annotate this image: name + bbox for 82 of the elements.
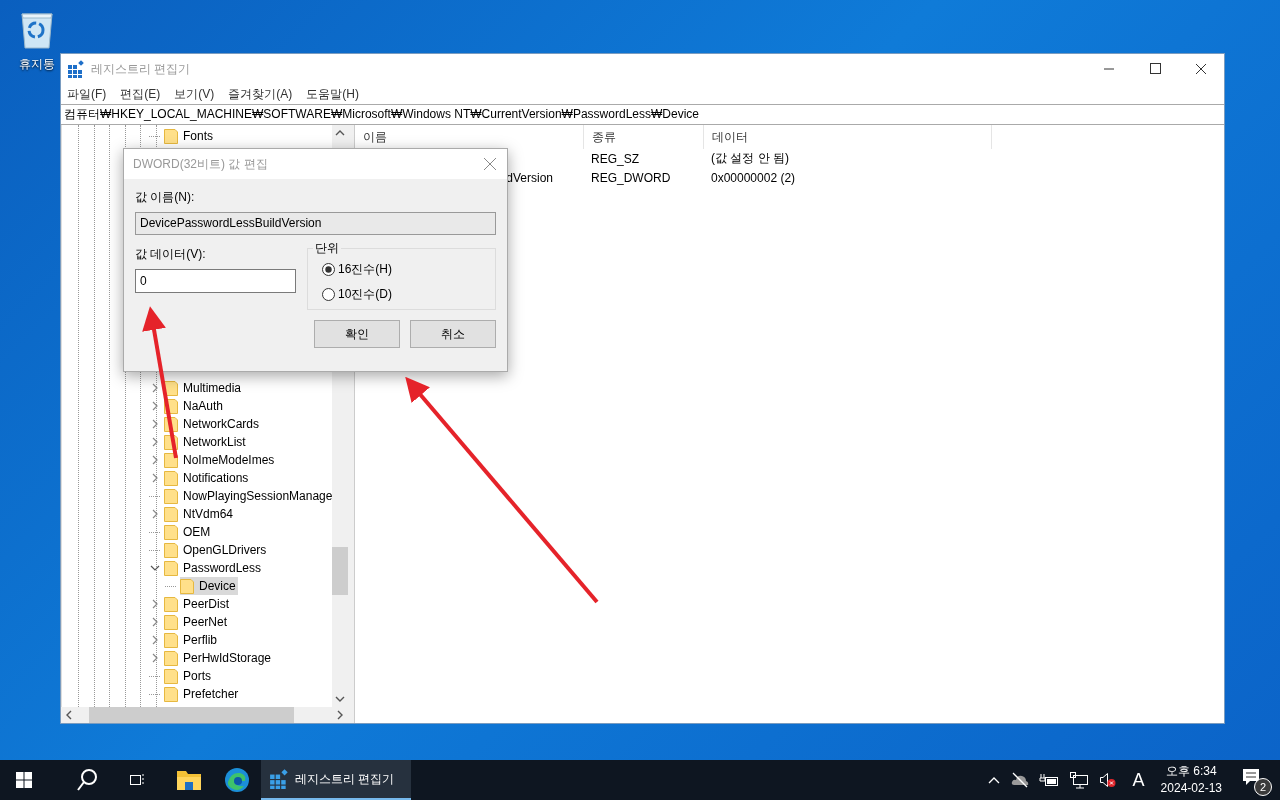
folder-icon xyxy=(164,524,178,540)
field-label: 값 이름(N): xyxy=(135,189,196,206)
address-bar[interactable]: 컴퓨터₩HKEY_LOCAL_MACHINE₩SOFTWARE₩Microsoft₩Windows NT₩CurrentVersion₩PasswordLess₩Device xyxy=(61,104,1224,125)
folder-icon xyxy=(164,668,178,684)
column-header[interactable]: 데이터 xyxy=(704,125,992,149)
menu-item[interactable]: 편집(E) xyxy=(120,85,161,103)
dialog-title: DWORD(32비트) 값 편집 xyxy=(133,155,268,173)
folder-icon xyxy=(164,614,178,630)
tree-node[interactable]: NetworkCards xyxy=(164,415,262,433)
table-cell: dVersion xyxy=(506,170,553,185)
horizontal-scrollbar[interactable] xyxy=(61,707,348,723)
input-field[interactable]: DevicePasswordLessBuildVersion xyxy=(135,212,496,235)
tree-node[interactable]: PerHwIdStorage xyxy=(164,649,274,667)
folder-icon xyxy=(164,650,178,666)
browser-icon[interactable] xyxy=(225,768,249,792)
network-icon[interactable] xyxy=(1068,771,1089,789)
folder-icon xyxy=(164,488,178,504)
volume-muted-icon[interactable] xyxy=(1098,772,1117,788)
radio-button[interactable] xyxy=(322,263,335,276)
close-icon[interactable] xyxy=(483,157,497,171)
folder-icon xyxy=(164,632,178,648)
tree-node[interactable]: Perflib xyxy=(164,631,219,649)
registry-icon xyxy=(67,60,85,78)
battery-charging-icon[interactable] xyxy=(1038,773,1059,787)
tree-node[interactable]: Fonts xyxy=(164,127,215,145)
chevron-up-icon[interactable] xyxy=(986,775,1001,785)
dialog-button[interactable]: 취소 xyxy=(410,320,496,348)
folder-icon xyxy=(164,470,178,486)
menu-item[interactable]: 보기(V) xyxy=(174,85,215,103)
folder-icon xyxy=(164,542,178,558)
tree-node[interactable]: Prefetcher xyxy=(164,685,241,703)
column-header[interactable]: 종류 xyxy=(584,125,704,149)
notification-badge: 2 xyxy=(1254,778,1272,796)
scroll-thumb[interactable] xyxy=(89,707,294,723)
folder-icon xyxy=(164,128,178,144)
folder-icon[interactable] xyxy=(177,769,201,791)
radio-label[interactable]: 16진수(H) xyxy=(338,261,392,278)
tree-node[interactable]: PeerNet xyxy=(164,613,230,631)
tree-node[interactable]: NetworkList xyxy=(164,433,248,451)
notification-icon[interactable] xyxy=(1242,768,1260,786)
table-cell-text: REG_DWORD xyxy=(590,170,672,185)
radio-label[interactable]: 10진수(D) xyxy=(338,286,392,303)
tree-node[interactable]: Ports xyxy=(164,667,213,685)
field-label: 값 데이터(V): xyxy=(135,246,207,263)
input-method-indicator[interactable]: A xyxy=(1132,769,1145,791)
folder-icon xyxy=(164,686,178,702)
folder-icon xyxy=(180,578,194,594)
tree-node[interactable]: PeerDist xyxy=(164,595,231,613)
table-cell-text: 0x00000002 (2) xyxy=(710,170,797,185)
tree-node[interactable]: NtVdm64 xyxy=(164,505,236,523)
task-view-icon[interactable] xyxy=(128,772,146,788)
folder-icon xyxy=(164,560,178,576)
scroll-thumb[interactable] xyxy=(332,547,348,595)
tree-node[interactable]: Device xyxy=(180,577,238,595)
folder-icon xyxy=(164,506,178,522)
tree-node[interactable]: OEM xyxy=(164,523,213,541)
folder-icon xyxy=(164,596,178,612)
tree-node[interactable]: Notifications xyxy=(164,469,251,487)
clock-time[interactable]: 오후 6:34 xyxy=(1165,763,1217,780)
menu-item[interactable]: 즐겨찾기(A) xyxy=(228,85,293,103)
registry-icon xyxy=(269,769,289,789)
cloud-off-icon[interactable] xyxy=(1010,772,1029,788)
search-icon[interactable] xyxy=(76,768,98,792)
tree-node[interactable]: NoImeModeImes xyxy=(164,451,277,469)
menu-item[interactable]: 파일(F) xyxy=(67,85,107,103)
radio-button[interactable] xyxy=(322,288,335,301)
table-cell-text: (값 설정 안 됨) xyxy=(710,150,790,167)
tree-node[interactable]: PasswordLess xyxy=(164,559,264,577)
tree-node[interactable]: NaAuth xyxy=(164,397,226,415)
dialog-button[interactable]: 확인 xyxy=(314,320,400,348)
desktop-icon-label[interactable]: 휴지통 xyxy=(19,56,55,73)
windows-start-icon[interactable] xyxy=(16,772,32,788)
input-field[interactable]: 0 xyxy=(135,269,296,293)
taskbar-app-button[interactable]: 레지스트리 편집기 xyxy=(261,760,411,800)
table-cell-text: REG_SZ xyxy=(590,151,640,166)
menu-item[interactable]: 도움말(H) xyxy=(306,85,359,103)
tree-node[interactable]: Multimedia xyxy=(164,379,244,397)
tree-node[interactable]: OpenGLDrivers xyxy=(164,541,269,559)
clock-date[interactable]: 2024-02-13 xyxy=(1160,780,1222,797)
window-title: 레지스트리 편집기 xyxy=(91,60,191,78)
tree-node[interactable]: NowPlayingSessionManage xyxy=(164,487,335,505)
group-label: 단위 xyxy=(314,240,340,257)
